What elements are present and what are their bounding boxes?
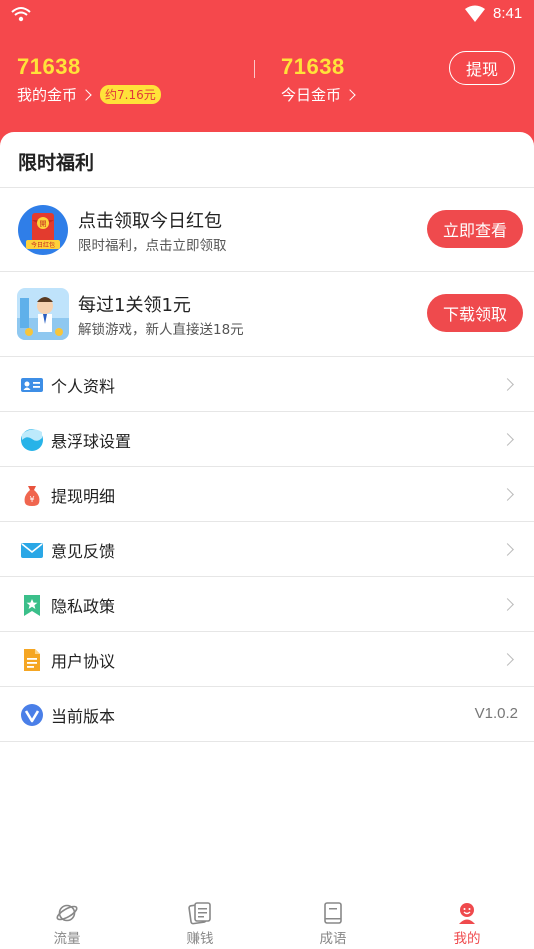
menu-item-feedback[interactable]: 意见反馈 bbox=[0, 522, 534, 577]
money-bag-icon: ¥ bbox=[24, 486, 40, 506]
profile-icon bbox=[459, 903, 475, 924]
promo-subtitle: 解锁游戏，新人直接送18元 bbox=[78, 322, 244, 338]
menu-label: 隐私政策 bbox=[51, 597, 116, 616]
menu-label: 悬浮球设置 bbox=[51, 432, 132, 451]
promo-red-envelope[interactable]: 開 今日红包 点击领取今日红包 限时福利，点击立即领取 立即查看 bbox=[0, 188, 534, 272]
status-time: 8:41 bbox=[493, 5, 523, 22]
wifi-icon bbox=[11, 7, 31, 22]
menu-item-user-agreement[interactable]: 用户协议 bbox=[0, 632, 534, 687]
today-coins[interactable]: 71638 今日金币 bbox=[281, 54, 356, 105]
menu-label: 意见反馈 bbox=[51, 542, 116, 561]
chevron-right-icon bbox=[344, 88, 356, 101]
menu-item-floating-ball[interactable]: 悬浮球设置 bbox=[0, 412, 534, 467]
tab-earn[interactable]: 赚钱 bbox=[133, 893, 267, 949]
chevron-right-icon bbox=[501, 433, 514, 446]
notes-icon bbox=[188, 902, 211, 925]
header: 8:41 71638 我的金币 约7.16元 71638 今日金币 提现 bbox=[0, 0, 534, 150]
chevron-right-icon bbox=[501, 488, 514, 501]
menu-item-withdraw-details[interactable]: ¥ 提现明细 bbox=[0, 467, 534, 522]
main-card: 限时福利 開 今日红包 点击领取今日红包 限时福利，点击立即领取 立即查看 每过… bbox=[0, 132, 534, 892]
tab-idioms[interactable]: 成语 bbox=[266, 893, 400, 949]
wifi-signal-icon bbox=[465, 5, 485, 22]
menu-label: 个人资料 bbox=[51, 377, 116, 396]
version-value: V1.0.2 bbox=[474, 705, 518, 722]
withdraw-button[interactable]: 提现 bbox=[449, 51, 515, 85]
menu-item-privacy[interactable]: 隐私政策 bbox=[0, 577, 534, 632]
coin-value-badge: 约7.16元 bbox=[100, 85, 161, 104]
promo-subtitle: 限时福利，点击立即领取 bbox=[78, 238, 227, 254]
floating-ball-icon bbox=[21, 429, 43, 451]
game-character-icon bbox=[17, 288, 69, 340]
tab-label: 赚钱 bbox=[186, 931, 214, 947]
tab-label: 流量 bbox=[53, 931, 81, 947]
promo-title: 每过1关领1元 bbox=[78, 295, 191, 316]
chevron-right-icon bbox=[501, 543, 514, 556]
today-coins-value: 71638 bbox=[281, 54, 345, 79]
my-coins[interactable]: 71638 我的金币 约7.16元 bbox=[17, 54, 161, 105]
my-coins-value: 71638 bbox=[17, 54, 81, 79]
id-card-icon bbox=[21, 378, 43, 392]
chevron-right-icon bbox=[501, 598, 514, 611]
version-v-icon bbox=[21, 704, 43, 726]
menu-item-version[interactable]: 当前版本 V1.0.2 bbox=[0, 687, 534, 742]
svg-text:開: 開 bbox=[40, 220, 47, 228]
divider bbox=[254, 60, 255, 78]
bookmark-star-icon bbox=[24, 595, 40, 616]
today-coins-label: 今日金币 bbox=[281, 86, 342, 104]
tab-bar: 流量 赚钱 成语 我的 bbox=[0, 893, 534, 949]
document-icon bbox=[24, 649, 40, 671]
envelope-icon bbox=[21, 543, 43, 558]
red-envelope-icon: 開 今日红包 bbox=[17, 204, 69, 256]
promo-title: 点击领取今日红包 bbox=[78, 211, 222, 232]
download-claim-button[interactable]: 下载领取 bbox=[427, 294, 523, 332]
menu-label: 当前版本 bbox=[51, 707, 116, 726]
tab-traffic[interactable]: 流量 bbox=[0, 893, 134, 949]
menu-label: 用户协议 bbox=[51, 652, 116, 671]
chevron-right-icon bbox=[80, 88, 92, 101]
chevron-right-icon bbox=[501, 378, 514, 391]
book-icon bbox=[324, 902, 342, 924]
status-bar: 8:41 bbox=[0, 0, 534, 30]
tab-label: 成语 bbox=[319, 931, 347, 947]
my-coins-label: 我的金币 bbox=[17, 86, 78, 104]
thumb-text: 今日红包 bbox=[31, 241, 55, 249]
section-title: 限时福利 bbox=[18, 152, 95, 174]
menu-item-profile[interactable]: 个人资料 bbox=[0, 357, 534, 412]
chevron-right-icon bbox=[501, 653, 514, 666]
svg-text:¥: ¥ bbox=[29, 495, 34, 504]
promo-game[interactable]: 每过1关领1元 解锁游戏，新人直接送18元 下载领取 bbox=[0, 272, 534, 356]
planet-icon bbox=[56, 904, 78, 922]
tab-mine[interactable]: 我的 bbox=[400, 893, 534, 949]
view-now-button[interactable]: 立即查看 bbox=[427, 210, 523, 248]
menu-label: 提现明细 bbox=[51, 487, 116, 506]
tab-label: 我的 bbox=[453, 931, 481, 947]
